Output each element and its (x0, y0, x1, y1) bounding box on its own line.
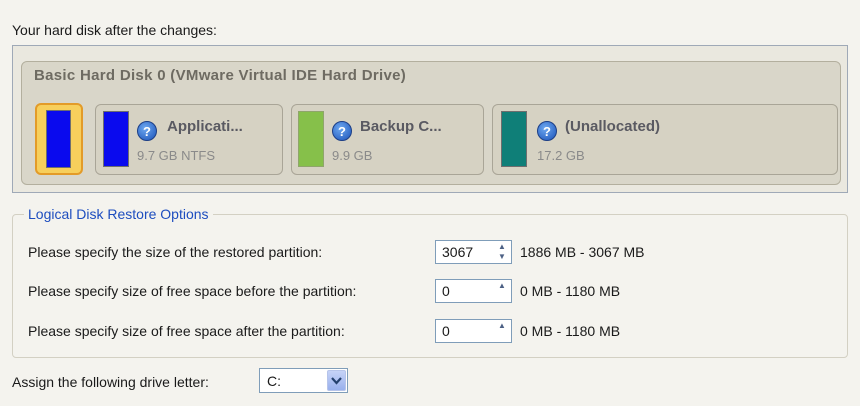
spin-down-arrow-icon[interactable] (494, 291, 510, 301)
space-after-label: Please specify size of free space after … (28, 323, 345, 339)
spin-up-arrow-icon[interactable]: ▲ (494, 281, 510, 291)
partition-label: Applicati... (167, 118, 243, 135)
question-circle-icon: ? (332, 121, 352, 141)
disk-preview-heading: Your hard disk after the changes: (12, 22, 217, 38)
space-before-value[interactable]: 0 (442, 283, 450, 299)
partition-label: (Unallocated) (565, 118, 661, 135)
partition-bar (298, 111, 324, 167)
spin-up-arrow-icon[interactable]: ▲ (494, 242, 510, 252)
space-before-stepper[interactable]: 0 ▲ (435, 279, 512, 303)
partition-size-value[interactable]: 3067 (442, 244, 473, 260)
partition-size-range: 1886 MB - 3067 MB (520, 244, 645, 260)
partition-size-stepper[interactable]: 3067 ▲ ▼ (435, 240, 512, 264)
restore-options-title: Logical Disk Restore Options (24, 206, 213, 222)
drive-letter-label: Assign the following drive letter: (12, 374, 209, 390)
partition-details: 17.2 GB (537, 148, 585, 163)
partition-bar (501, 111, 527, 167)
partition-details: 9.7 GB NTFS (137, 148, 216, 163)
disk-name: Basic Hard Disk 0 (VMware Virtual IDE Ha… (34, 67, 407, 84)
question-circle-icon: ? (137, 121, 157, 141)
partition-label: Backup C... (360, 118, 442, 135)
space-before-range: 0 MB - 1180 MB (520, 283, 621, 299)
space-after-stepper[interactable]: 0 ▲ (435, 319, 512, 343)
space-after-range: 0 MB - 1180 MB (520, 323, 621, 339)
space-before-label: Please specify size of free space before… (28, 283, 357, 299)
partition-size-label: Please specify the size of the restored … (28, 244, 323, 260)
spin-up-arrow-icon[interactable]: ▲ (494, 321, 510, 331)
spin-down-arrow-icon[interactable]: ▼ (494, 252, 510, 262)
question-circle-icon: ? (537, 121, 557, 141)
spin-down-arrow-icon[interactable] (494, 331, 510, 341)
space-after-value[interactable]: 0 (442, 323, 450, 339)
drive-letter-value: C: (267, 373, 281, 389)
partition-bar (103, 111, 129, 167)
chevron-down-icon[interactable] (327, 370, 346, 391)
selected-partition-bar (46, 110, 71, 168)
partition-details: 9.9 GB (332, 148, 373, 163)
drive-letter-select[interactable]: C: (259, 368, 348, 393)
